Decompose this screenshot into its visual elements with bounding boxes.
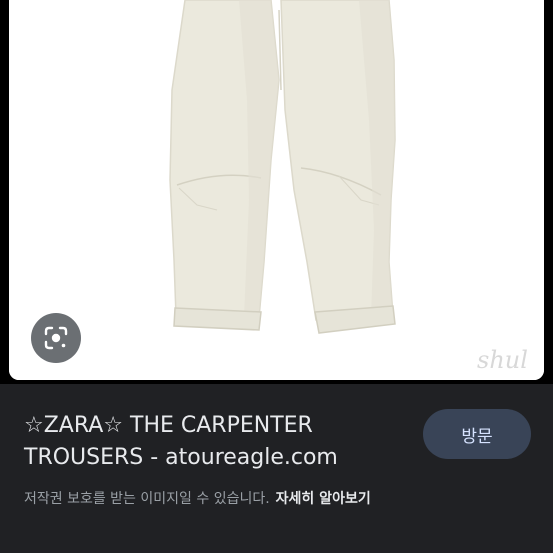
copyright-notice: 저작권 보호를 받는 이미지일 수 있습니다. 자세히 알아보기 — [24, 488, 371, 508]
visit-button[interactable]: 방문 — [423, 409, 531, 459]
copyright-text: 저작권 보호를 받는 이미지일 수 있습니다. — [24, 491, 270, 507]
watermark-text: shul — [477, 346, 528, 374]
google-lens-button[interactable] — [31, 313, 81, 363]
image-preview-card[interactable]: shul — [9, 0, 544, 380]
result-info-panel: ☆ZARA☆ THE CARPENTER TROUSERS - atoureag… — [0, 384, 553, 553]
result-title-link[interactable]: ☆ZARA☆ THE CARPENTER TROUSERS - atoureag… — [24, 410, 404, 474]
product-image: shul — [9, 0, 544, 380]
learn-more-link[interactable]: 자세히 알아보기 — [276, 491, 371, 507]
google-lens-icon — [44, 326, 68, 350]
